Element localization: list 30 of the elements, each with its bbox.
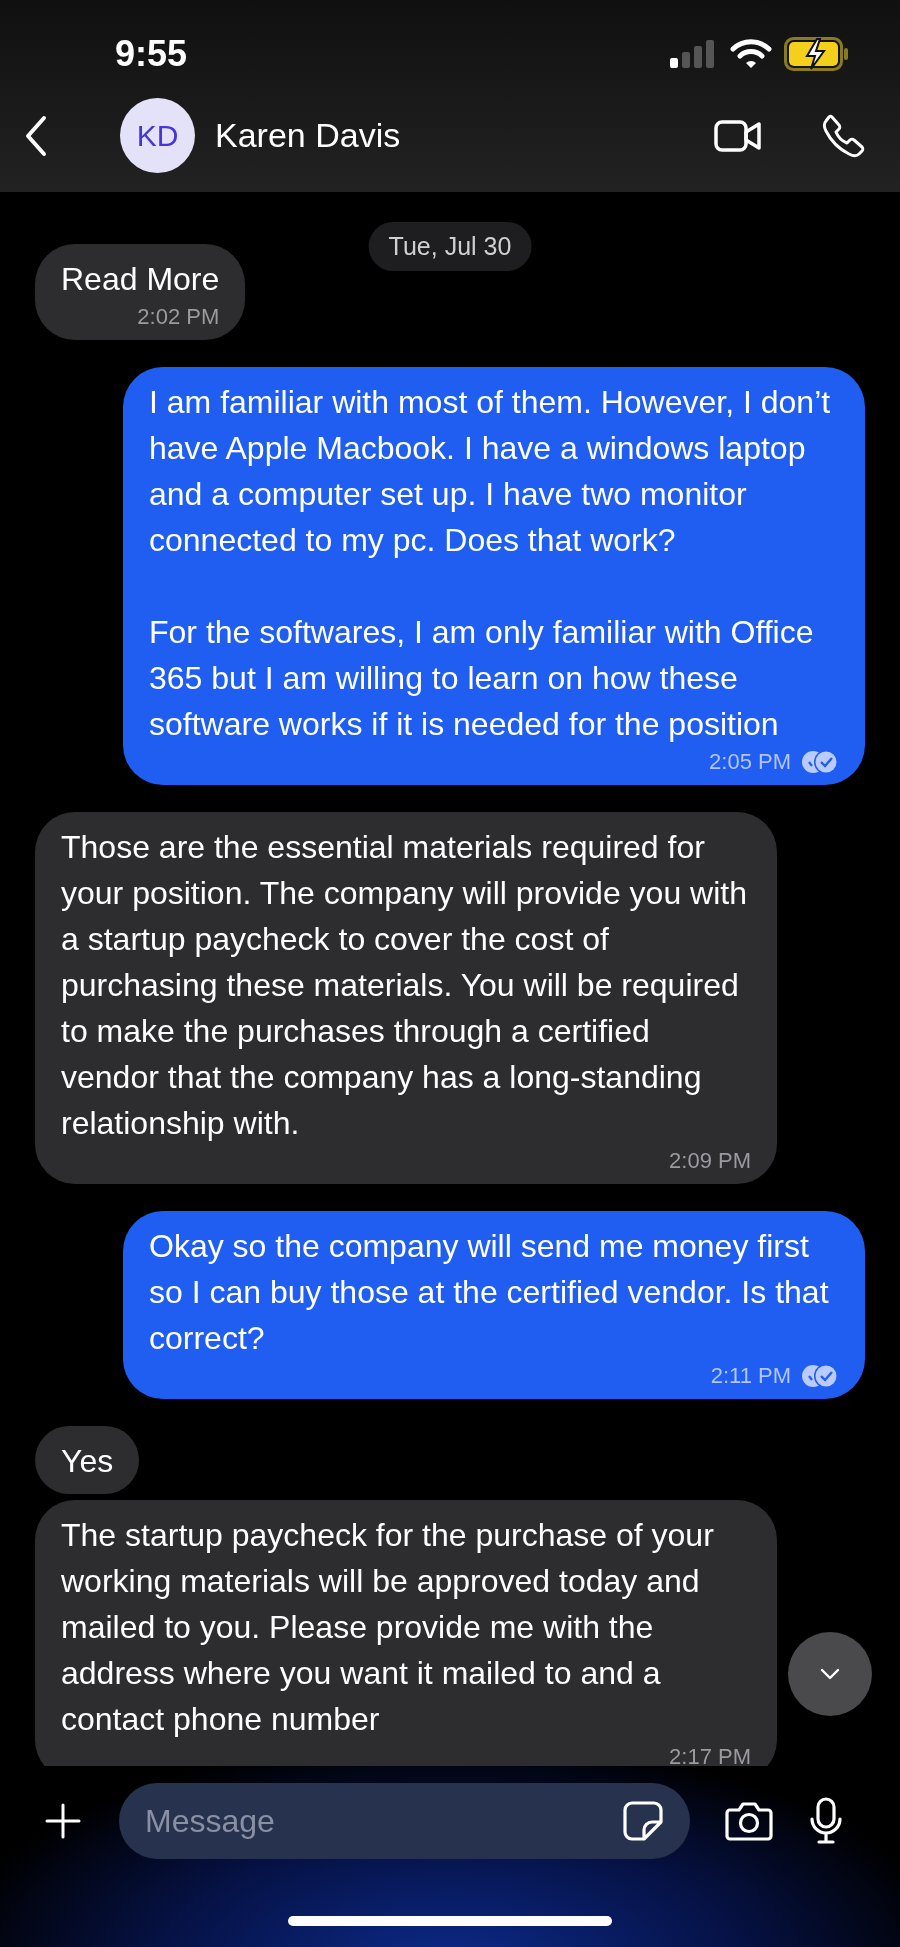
message-text: I am familiar with most of them. However, I don’t have Apple Macbook. I have a windows laptop and a computer set up. I have two monitor connected to my pc. Does that work?: [149, 383, 832, 560]
message-text: Yes: [61, 1442, 114, 1481]
add-button[interactable]: [44, 1802, 82, 1840]
wifi-icon: [730, 38, 772, 70]
video-camera-icon: [714, 117, 762, 154]
video-call-button[interactable]: [714, 117, 762, 154]
camera-icon: [725, 1800, 773, 1842]
avatar[interactable]: KD: [120, 98, 195, 173]
microphone-icon: [808, 1797, 844, 1845]
message-field[interactable]: Message: [119, 1783, 690, 1859]
message-time: 2:05 PM: [709, 749, 791, 775]
message-time: 2:17 PM: [669, 1744, 751, 1766]
message-text: Read More: [61, 260, 220, 299]
phone-icon: [822, 113, 866, 158]
message-time: 2:11 PM: [710, 1363, 791, 1389]
message-text: The startup paycheck for the purchase of your working materials will be approved today and mailed to you. Please provide me with the address where you want it mailed to and a contact phone number: [61, 1516, 715, 1739]
microphone-button[interactable]: [808, 1797, 844, 1845]
battery-icon: [784, 37, 850, 71]
message-time: 2:02 PM: [137, 304, 220, 330]
message-text: Those are the essential materials required for your position. The company will provide you with a startup paycheck to cover the cost of purchasing these materials. You will be required to make the purchases through a certified vendor that the company has a long-standing relationship with.: [61, 828, 748, 1143]
plus-icon: [44, 1802, 82, 1840]
message-text: For the softwares, I am only familiar with Office 365 but I am willing to learn on how these software works if it is needed for the position: [149, 613, 815, 744]
message-time: 2:09 PM: [669, 1148, 751, 1174]
message-text: Okay so the company will send me money first so I can buy those at the certified vendor. Is that correct?: [149, 1227, 830, 1358]
contact-name[interactable]: Karen Davis: [215, 116, 401, 155]
status-time: 9:55: [115, 33, 188, 75]
sticker-icon[interactable]: [622, 1800, 664, 1842]
date-separator: Tue, Jul 30: [368, 222, 532, 271]
camera-button[interactable]: [725, 1800, 773, 1842]
phone-call-button[interactable]: [822, 113, 866, 158]
